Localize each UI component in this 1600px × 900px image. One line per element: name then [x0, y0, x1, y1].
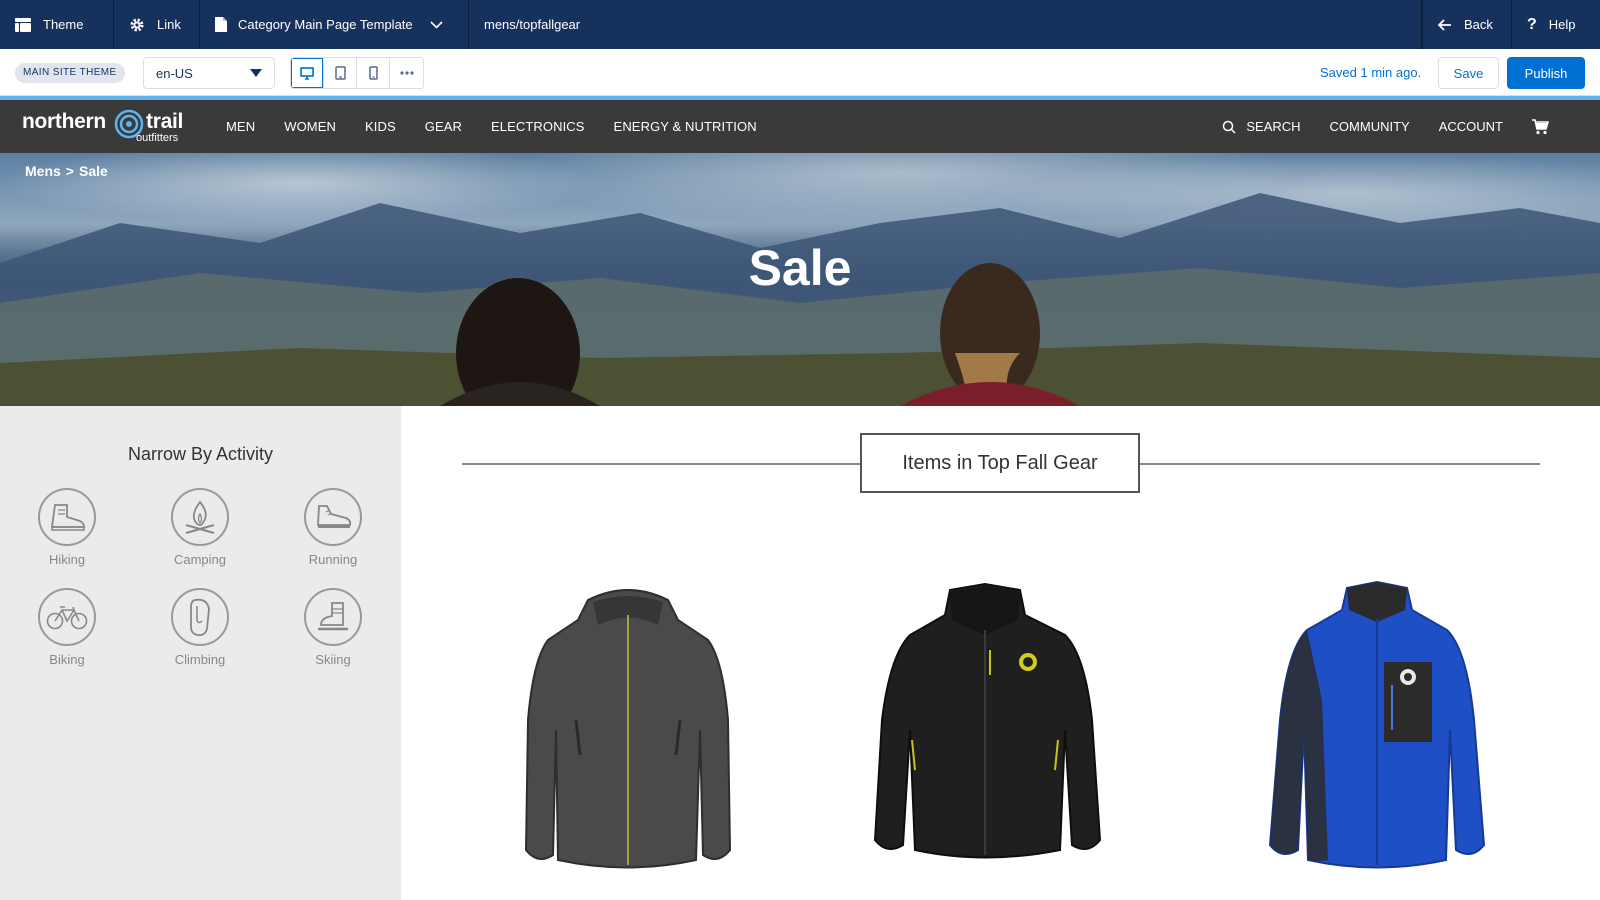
utility-nav: SEARCH COMMUNITY ACCOUNT	[1222, 100, 1600, 153]
nav-link-energy-nutrition[interactable]: ENERGY & NUTRITION	[614, 119, 757, 134]
template-selector[interactable]: Category Main Page Template	[200, 0, 469, 49]
mobile-icon	[368, 66, 378, 80]
page-url[interactable]: mens/topfallgear	[469, 0, 1422, 49]
back-label: Back	[1464, 17, 1493, 32]
template-label: Category Main Page Template	[238, 17, 413, 32]
running-shoe-icon	[317, 505, 352, 528]
page-title: Sale	[748, 240, 852, 296]
link-button[interactable]: Link	[114, 0, 200, 49]
activity-label: Running	[308, 552, 358, 567]
activity-label: Skiing	[315, 652, 351, 667]
arrow-left-icon	[1438, 18, 1451, 31]
chevron-down-icon	[430, 20, 443, 29]
save-button[interactable]: Save	[1438, 57, 1499, 89]
product-image	[873, 582, 1102, 859]
cart-icon	[1532, 118, 1549, 134]
hiking-boot-icon	[50, 504, 85, 531]
theme-icon	[15, 17, 31, 32]
locale-select[interactable]: en-US	[143, 57, 275, 89]
link-label: Link	[157, 17, 181, 32]
community-link[interactable]: COMMUNITY	[1330, 119, 1410, 134]
sidebar-title: Narrow By Activity	[127, 444, 274, 464]
logo-word-outfitters: outfitters	[136, 132, 179, 144]
hero-banner: Mens > Sale Sale	[0, 153, 1600, 406]
tablet-icon	[334, 66, 346, 80]
section-divider-right	[1140, 463, 1540, 465]
activity-skiing[interactable]: Skiing	[293, 588, 373, 667]
activity-hiking[interactable]: Hiking	[27, 488, 107, 567]
breadcrumb-current: Sale	[78, 163, 108, 179]
nav-link-women[interactable]: WOMEN	[284, 119, 336, 134]
breadcrumb-parent-link[interactable]: Mens	[25, 163, 61, 179]
tablet-view-button[interactable]	[324, 58, 357, 88]
product-card-grey-fleece-hoodie[interactable]	[518, 580, 738, 885]
desktop-view-button[interactable]	[291, 58, 324, 88]
activity-label: Biking	[49, 652, 85, 667]
campfire-icon	[185, 500, 215, 534]
breadcrumb-separator: >	[65, 163, 74, 179]
builder-toolbar: MAIN SITE THEME en-US Saved 1 min ago. S…	[0, 49, 1600, 96]
device-preview-group	[290, 57, 424, 89]
product-image	[524, 589, 732, 869]
carabiner-icon	[190, 598, 210, 637]
activity-climbing[interactable]: Climbing	[160, 588, 240, 667]
theme-label: Theme	[43, 17, 84, 32]
logo-word-trail: trail	[146, 110, 184, 133]
activity-label: Hiking	[48, 552, 86, 567]
ski-boot-icon	[318, 602, 348, 631]
product-card-black-softshell[interactable]	[860, 580, 1110, 880]
question-icon: ?	[1527, 15, 1537, 33]
locale-value: en-US	[156, 65, 193, 81]
cart-button[interactable]	[1532, 118, 1549, 135]
site-logo[interactable]: northern trail outfitters	[22, 108, 192, 146]
help-label: Help	[1548, 17, 1576, 32]
bicycle-icon	[46, 606, 88, 630]
url-label: mens/topfallgear	[484, 17, 581, 32]
activity-filter-sidebar: Narrow By Activity Hiking Camping Runnin…	[0, 406, 401, 900]
nav-link-kids[interactable]: KIDS	[365, 119, 396, 134]
search-label: SEARCH	[1246, 119, 1301, 134]
theme-button[interactable]: Theme	[0, 0, 114, 49]
search-icon	[1223, 120, 1236, 134]
account-link[interactable]: ACCOUNT	[1439, 119, 1503, 134]
product-card-blue-fleece[interactable]	[1262, 580, 1492, 885]
caret-down-icon	[250, 69, 262, 77]
desktop-icon	[300, 66, 314, 80]
help-button[interactable]: ? Help	[1512, 0, 1600, 49]
nav-link-men[interactable]: MEN	[226, 119, 255, 134]
nav-link-electronics[interactable]: ELECTRONICS	[491, 119, 585, 134]
activity-label: Climbing	[174, 652, 226, 667]
breadcrumb: Mens > Sale	[25, 163, 108, 179]
publish-button[interactable]: Publish	[1507, 57, 1585, 89]
page-icon	[215, 17, 227, 32]
theme-badge: MAIN SITE THEME	[15, 63, 125, 83]
activity-camping[interactable]: Camping	[160, 488, 240, 567]
back-button[interactable]: Back	[1422, 0, 1512, 49]
activity-label: Camping	[173, 552, 227, 567]
mobile-view-button[interactable]	[357, 58, 390, 88]
nav-link-gear[interactable]: GEAR	[425, 119, 462, 134]
search-link[interactable]: SEARCH	[1222, 119, 1301, 134]
gear-icon	[130, 18, 144, 31]
section-divider-left	[462, 463, 860, 465]
main-nav: MEN WOMEN KIDS GEAR ELECTRONICS ENERGY &…	[226, 100, 786, 153]
section-title: Items in Top Fall Gear	[860, 433, 1140, 493]
more-icon	[399, 71, 414, 75]
product-image	[1268, 580, 1486, 869]
site-header: northern trail outfitters MEN WOMEN KIDS…	[0, 100, 1600, 153]
builder-topbar: Theme Link Category Main Page Template m…	[0, 0, 1600, 49]
activity-running[interactable]: Running	[293, 488, 373, 567]
more-options-button[interactable]	[390, 58, 423, 88]
saved-status: Saved 1 min ago.	[1320, 65, 1422, 80]
activity-biking[interactable]: Biking	[27, 588, 107, 667]
logo-word-northern: northern	[22, 110, 106, 133]
